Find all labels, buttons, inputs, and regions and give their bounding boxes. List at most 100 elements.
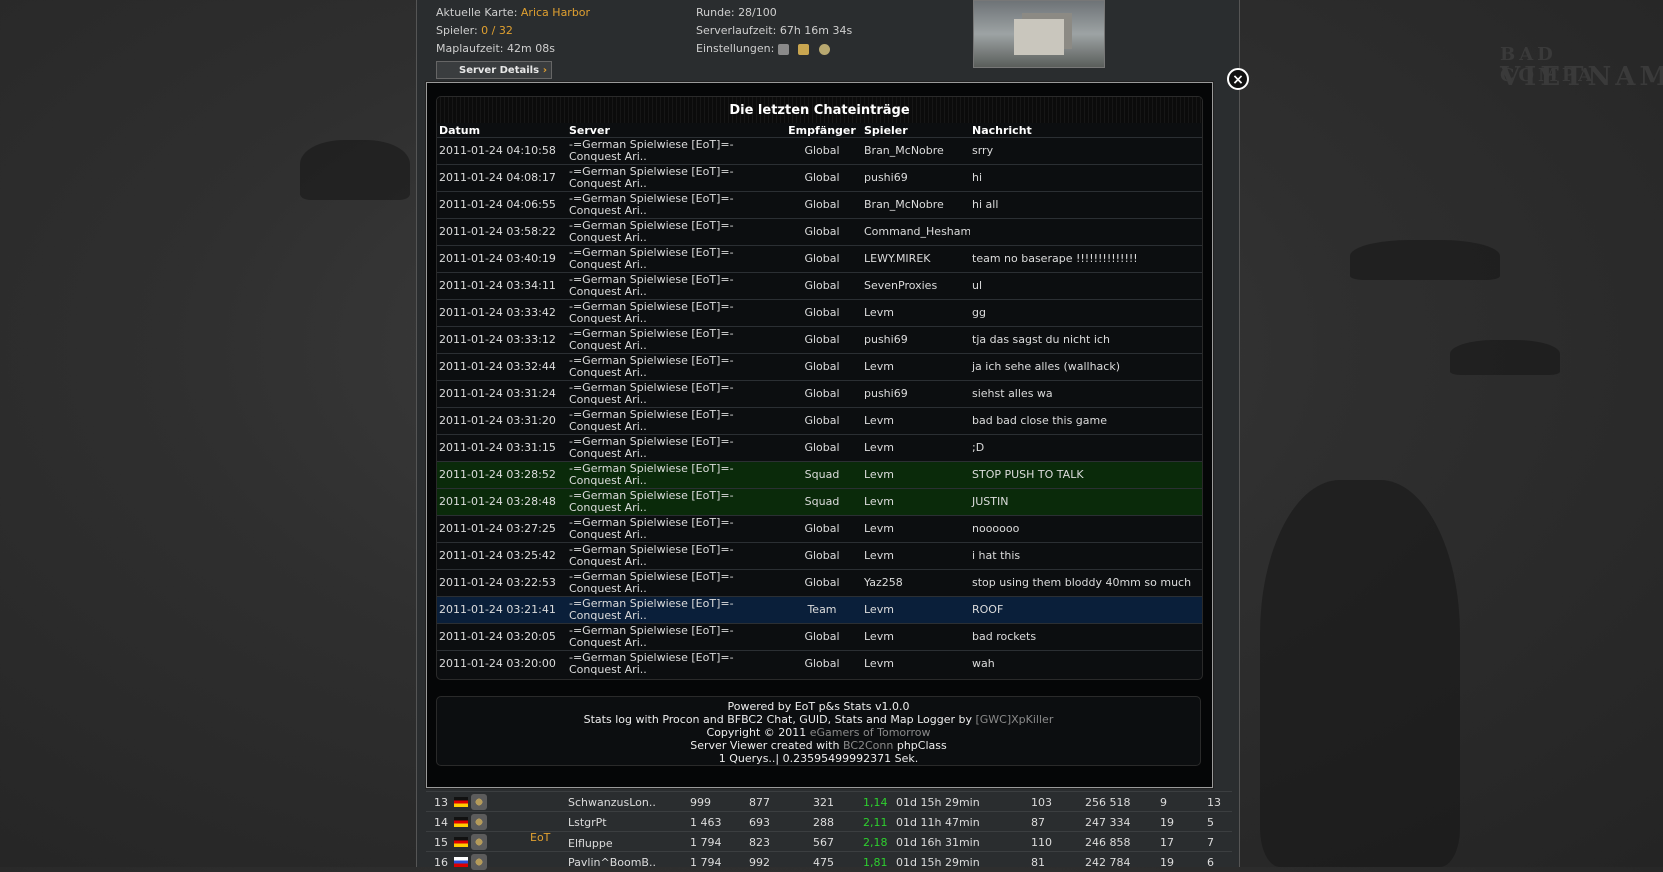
chat-message [970,218,1202,246]
chat-row: 2011-01-24 03:32:44 -=German Spielwiese [… [437,353,1202,381]
flag-icon [454,837,468,847]
chat-player: Bran_McNobre [862,137,970,165]
uptime-label: Serverlaufzeit: [696,24,777,37]
settings-info: Einstellungen: [696,42,836,55]
score-rank: 16 [434,856,448,869]
chat-server: -=German Spielwiese [EoT]=- Conquest Ari… [567,191,782,219]
chat-server: -=German Spielwiese [EoT]=- Conquest Ari… [567,461,782,489]
chat-server: -=German Spielwiese [EoT]=- Conquest Ari… [567,326,782,354]
chat-player: Bran_McNobre [862,191,970,219]
chat-date: 2011-01-24 04:06:55 [437,191,567,219]
chat-date: 2011-01-24 03:31:20 [437,407,567,435]
flag-icon [454,857,468,867]
chat-message: noooooo [970,515,1202,543]
chat-server: -=German Spielwiese [EoT]=- Conquest Ari… [567,245,782,273]
score-name[interactable]: Elfluppe [568,837,613,850]
chat-row: 2011-01-24 03:22:53 -=German Spielwiese [… [437,569,1202,597]
rank-badge-icon [471,854,487,870]
footer-line5: 1 Querys..| 0.23595499992371 Sek. [718,752,919,765]
col-message: Nachricht [972,123,1032,137]
score-name[interactable]: SchwanzusLon.. [568,796,656,809]
map-label: Aktuelle Karte: [436,6,518,19]
score-name[interactable]: Pavlin^BoomB.. [568,856,656,869]
settings-label: Einstellungen: [696,42,775,55]
score-col2: 693 [749,816,770,829]
background-logo-line2: VIETNAM [1500,62,1663,92]
footer-text: Stats log with Procon and BFBC2 Chat, GU… [583,713,976,726]
chat-row: 2011-01-24 03:33:42 -=German Spielwiese [… [437,299,1202,327]
col-recipient: Empfänger [788,123,856,137]
chat-panel: Die letzten Chateinträge Datum Server Em… [436,96,1203,680]
score-time: 01d 16h 31min [896,836,980,849]
chat-date: 2011-01-24 03:31:24 [437,380,567,408]
chat-message: team no baserape !!!!!!!!!!!!!! [970,245,1202,273]
scoreboard-row: 16 Pavlin^BoomB.. 1 794 992 475 1,81 01d 15h 2… [426,851,1232,872]
score-kd: 2,18 [863,836,888,849]
chat-date: 2011-01-24 03:33:42 [437,299,567,327]
chat-player: Levm [862,407,970,435]
egamers-link[interactable]: eGamers of Tomorrow [810,726,931,739]
chat-recipient: Global [782,299,862,327]
chat-recipient: Squad [782,488,862,516]
score-points: 256 518 [1085,796,1131,809]
score-col3: 288 [813,816,834,829]
score-rank: 14 [434,816,448,829]
close-icon[interactable]: × [1227,68,1249,90]
chat-date: 2011-01-24 03:25:42 [437,542,567,570]
chat-message: ;D [970,434,1202,462]
chat-server: -=German Spielwiese [EoT]=- Conquest Ari… [567,137,782,165]
maptime-value: 42m 08s [506,42,555,55]
server-details-button[interactable]: Server Details › [436,61,552,79]
score-time: 01d 15h 29min [896,796,980,809]
chat-message: gg [970,299,1202,327]
scoreboard-row: 13 SchwanzusLon.. 999 877 321 1,14 01d 15h 29m… [426,791,1232,812]
score-points: 247 334 [1085,816,1131,829]
xpkiller-link[interactable]: [GWC]XpKiller [975,713,1053,726]
chat-date: 2011-01-24 03:32:44 [437,353,567,381]
chat-date: 2011-01-24 03:27:25 [437,515,567,543]
bc2conn-link[interactable]: BC2Conn [843,739,893,752]
score-col8: 19 [1160,816,1174,829]
lock-icon [777,43,789,55]
score-col8: 9 [1160,796,1167,809]
chat-player: LEWY.MIREK [862,245,970,273]
chat-message: tja das sagst du nicht ich [970,326,1202,354]
chat-table-header: Datum Server Empfänger Spieler Nachricht [437,123,1202,138]
rank-badge-icon [471,814,487,830]
footer: Powered by EoT p&s Stats v1.0.0 Stats lo… [436,696,1201,766]
background-soldier [1260,480,1460,867]
scoreboard-row: EoT 15 Elfluppe 1 794 823 567 2,18 01d 16h 31mi… [426,831,1232,852]
chevron-right-icon: › [542,65,547,76]
score-col3: 567 [813,836,834,849]
scoreboard-row: 14 LstgrPt 1 463 693 288 2,11 01d 11h 47min 87 2… [426,811,1232,832]
chat-message: srry [970,137,1202,165]
chat-recipient: Global [782,515,862,543]
score-points: 246 858 [1085,836,1131,849]
score-col1: 1 794 [690,856,722,869]
chat-message: bad bad close this game [970,407,1202,435]
score-col8: 17 [1160,836,1174,849]
score-col8: 19 [1160,856,1174,869]
chat-row: 2011-01-24 03:20:05 -=German Spielwiese [… [437,623,1202,651]
chat-log-modal: Die letzten Chateinträge Datum Server Em… [426,82,1213,788]
chat-server: -=German Spielwiese [EoT]=- Conquest Ari… [567,569,782,597]
rank-badge-icon [471,834,487,850]
round-value: 28/100 [738,6,777,19]
chat-player: Levm [862,542,970,570]
chat-date: 2011-01-24 03:33:12 [437,326,567,354]
chat-date: 2011-01-24 03:40:19 [437,245,567,273]
chat-recipient: Global [782,137,862,165]
col-server: Server [569,123,610,137]
chat-date: 2011-01-24 03:34:11 [437,272,567,300]
map-thumbnail [973,0,1105,68]
footer-line1: Powered by EoT p&s Stats v1.0.0 [727,700,910,713]
score-col2: 877 [749,796,770,809]
round-label: Runde: [696,6,735,19]
map-link[interactable]: Arica Harbor [521,6,590,19]
score-col1: 999 [690,796,711,809]
score-col6: 87 [1031,816,1045,829]
score-col1: 1 463 [690,816,722,829]
chat-date: 2011-01-24 04:10:58 [437,137,567,165]
chat-player: Levm [862,623,970,651]
score-name[interactable]: LstgrPt [568,816,607,829]
